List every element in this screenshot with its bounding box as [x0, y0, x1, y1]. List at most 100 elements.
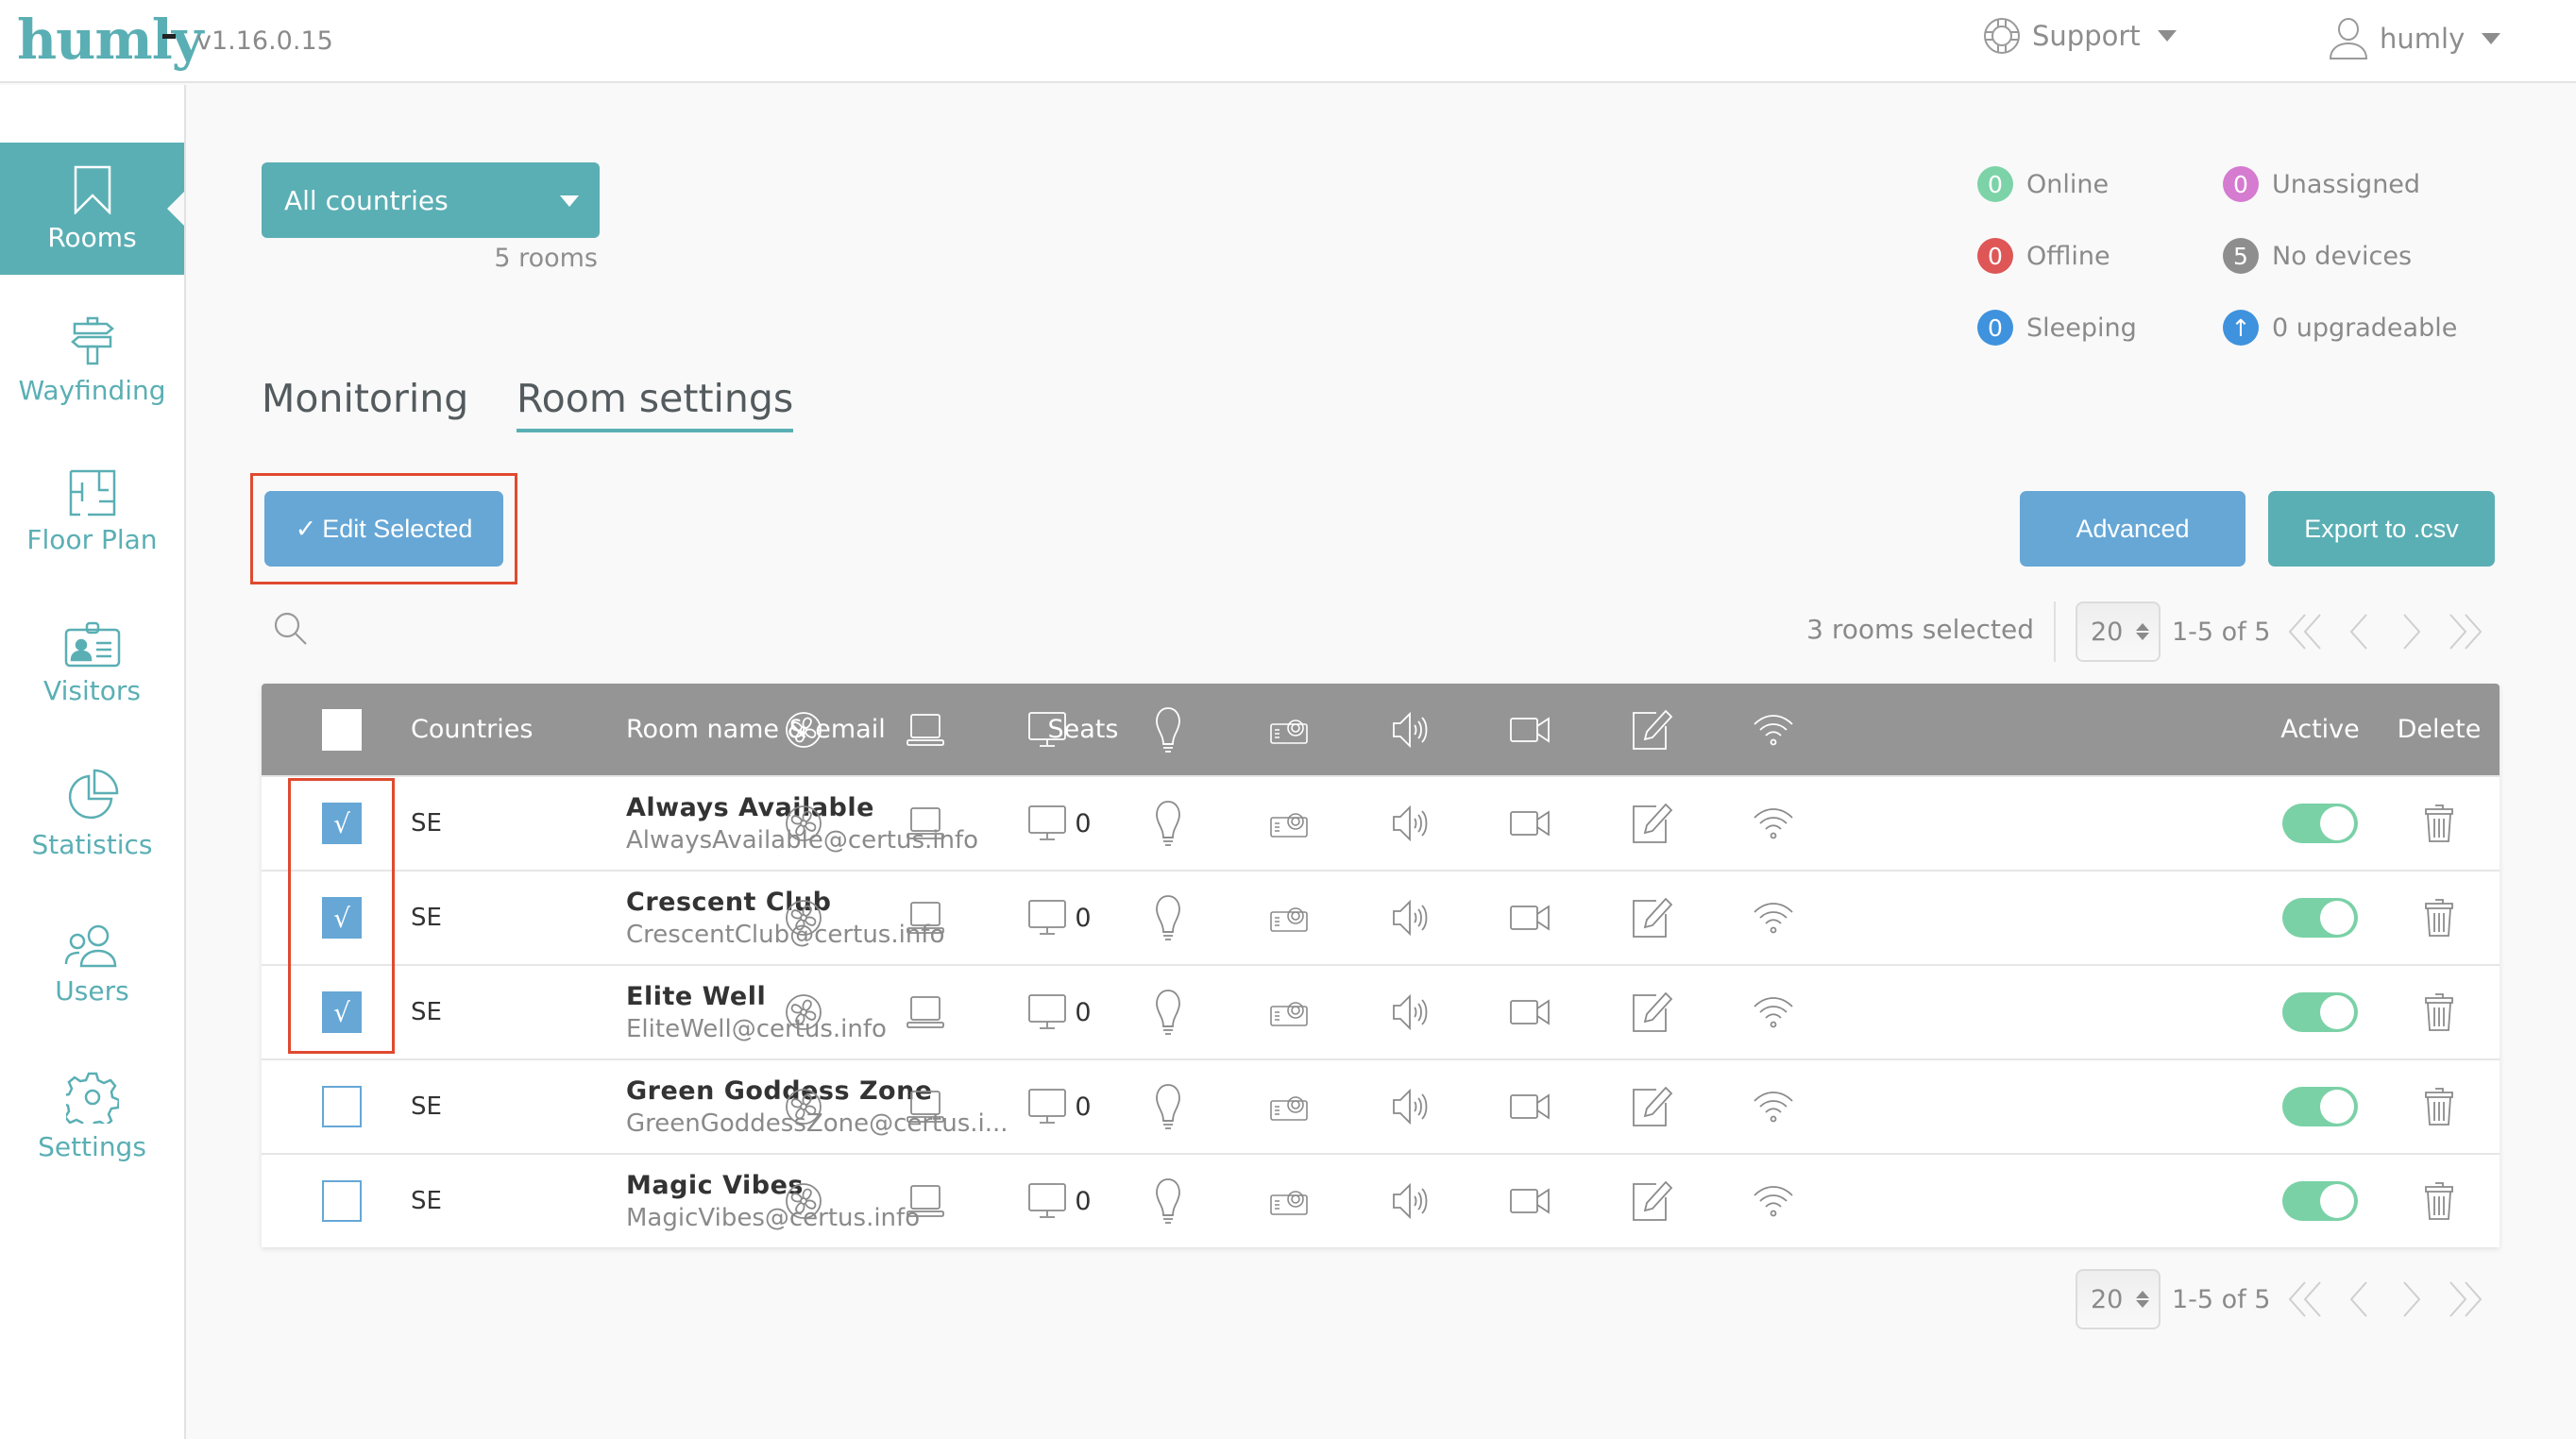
speaker-icon[interactable] — [1372, 966, 1448, 1058]
laptop-icon[interactable] — [888, 1155, 963, 1247]
monitor-icon[interactable] — [1009, 966, 1085, 1058]
monitor-icon[interactable] — [1009, 777, 1085, 870]
laptop-icon[interactable] — [888, 872, 963, 964]
projector-icon[interactable] — [1251, 1060, 1327, 1153]
projector-icon[interactable] — [1251, 872, 1327, 964]
active-toggle[interactable] — [2282, 804, 2358, 843]
tab-room-settings[interactable]: Room settings — [517, 376, 794, 432]
column-header-active[interactable]: Active — [2273, 684, 2367, 775]
lightbulb-icon[interactable] — [1130, 777, 1206, 870]
per-page-select[interactable]: 20 — [2076, 1269, 2161, 1329]
edit-selected-button[interactable]: ✓ Edit Selected — [264, 491, 503, 567]
laptop-icon[interactable] — [888, 684, 963, 775]
monitor-icon[interactable] — [1009, 684, 1085, 775]
fan-icon[interactable] — [766, 777, 841, 870]
sidebar-item-wayfinding[interactable]: Wayfinding — [0, 295, 184, 427]
user-menu[interactable]: humly — [2329, 17, 2501, 60]
wifi-icon[interactable] — [1736, 966, 1811, 1058]
speaker-icon[interactable] — [1372, 777, 1448, 870]
lightbulb-icon[interactable] — [1130, 1060, 1206, 1153]
sidebar-item-settings[interactable]: Settings — [0, 1050, 184, 1182]
wifi-icon[interactable] — [1736, 872, 1811, 964]
last-page-button[interactable] — [2438, 608, 2491, 655]
laptop-icon[interactable] — [888, 1060, 963, 1153]
whiteboard-icon[interactable] — [1615, 1155, 1690, 1247]
trash-icon[interactable] — [2424, 804, 2454, 843]
active-toggle[interactable] — [2282, 898, 2358, 938]
speaker-icon[interactable] — [1372, 1060, 1448, 1153]
whiteboard-icon[interactable] — [1615, 872, 1690, 964]
fan-icon[interactable] — [766, 1060, 841, 1153]
video-camera-icon[interactable] — [1493, 872, 1568, 964]
fan-icon[interactable] — [766, 684, 841, 775]
next-page-button[interactable] — [2385, 1276, 2438, 1323]
speaker-icon[interactable] — [1372, 1155, 1448, 1247]
first-page-button[interactable] — [2279, 1276, 2332, 1323]
row-checkbox[interactable]: √ — [322, 803, 362, 844]
trash-icon[interactable] — [2424, 898, 2454, 938]
advanced-button[interactable]: Advanced — [2020, 491, 2246, 567]
search-button[interactable] — [274, 612, 308, 650]
sidebar-item-users[interactable]: Users — [0, 899, 184, 1031]
lightbulb-icon[interactable] — [1130, 1155, 1206, 1247]
per-page-select[interactable]: 20 — [2076, 601, 2161, 662]
monitor-icon[interactable] — [1009, 1155, 1085, 1247]
status-online[interactable]: 0 Online — [1977, 166, 2109, 202]
fan-icon[interactable] — [766, 1155, 841, 1247]
sidebar-item-rooms[interactable]: Rooms — [0, 143, 184, 275]
active-toggle[interactable] — [2282, 1087, 2358, 1126]
trash-icon[interactable] — [2424, 1087, 2454, 1126]
monitor-icon[interactable] — [1009, 1060, 1085, 1153]
whiteboard-icon[interactable] — [1615, 966, 1690, 1058]
export-csv-button[interactable]: Export to .csv — [2268, 491, 2495, 567]
wifi-icon[interactable] — [1736, 1155, 1811, 1247]
tab-monitoring[interactable]: Monitoring — [262, 376, 468, 429]
sidebar-item-floor-plan[interactable]: Floor Plan — [0, 446, 184, 578]
laptop-icon[interactable] — [888, 777, 963, 870]
status-upgradeable[interactable]: ↑ 0 upgradeable — [2223, 310, 2457, 346]
trash-icon[interactable] — [2424, 1181, 2454, 1221]
trash-icon[interactable] — [2424, 992, 2454, 1032]
video-camera-icon[interactable] — [1493, 1155, 1568, 1247]
monitor-icon[interactable] — [1009, 872, 1085, 964]
video-camera-icon[interactable] — [1493, 684, 1568, 775]
whiteboard-icon[interactable] — [1615, 684, 1690, 775]
lightbulb-icon[interactable] — [1130, 684, 1206, 775]
prev-page-button[interactable] — [2332, 608, 2385, 655]
active-toggle[interactable] — [2282, 992, 2358, 1032]
status-offline[interactable]: 0 Offline — [1977, 238, 2110, 274]
prev-page-button[interactable] — [2332, 1276, 2385, 1323]
fan-icon[interactable] — [766, 966, 841, 1058]
projector-icon[interactable] — [1251, 1155, 1327, 1247]
last-page-button[interactable] — [2438, 1276, 2491, 1323]
laptop-icon[interactable] — [888, 966, 963, 1058]
first-page-button[interactable] — [2279, 608, 2332, 655]
video-camera-icon[interactable] — [1493, 966, 1568, 1058]
row-checkbox[interactable]: √ — [322, 991, 362, 1033]
row-checkbox[interactable]: √ — [322, 897, 362, 939]
lightbulb-icon[interactable] — [1130, 966, 1206, 1058]
projector-icon[interactable] — [1251, 966, 1327, 1058]
status-sleeping[interactable]: 0 Sleeping — [1977, 310, 2137, 346]
wifi-icon[interactable] — [1736, 684, 1811, 775]
country-filter-dropdown[interactable]: All countries — [262, 162, 600, 238]
room-name[interactable]: Elite Well — [626, 982, 887, 1011]
sidebar-item-visitors[interactable]: Visitors — [0, 597, 184, 729]
speaker-icon[interactable] — [1372, 684, 1448, 775]
status-no-devices[interactable]: 5 No devices — [2223, 238, 2412, 274]
video-camera-icon[interactable] — [1493, 777, 1568, 870]
row-checkbox[interactable] — [322, 1180, 362, 1222]
sidebar-item-statistics[interactable]: Statistics — [0, 748, 184, 880]
support-menu[interactable]: Support — [1983, 17, 2177, 55]
active-toggle[interactable] — [2282, 1181, 2358, 1221]
speaker-icon[interactable] — [1372, 872, 1448, 964]
projector-icon[interactable] — [1251, 777, 1327, 870]
next-page-button[interactable] — [2385, 608, 2438, 655]
lightbulb-icon[interactable] — [1130, 872, 1206, 964]
projector-icon[interactable] — [1251, 684, 1327, 775]
humly-logo[interactable]: humly — [17, 8, 203, 72]
fan-icon[interactable] — [766, 872, 841, 964]
wifi-icon[interactable] — [1736, 1060, 1811, 1153]
whiteboard-icon[interactable] — [1615, 1060, 1690, 1153]
whiteboard-icon[interactable] — [1615, 777, 1690, 870]
